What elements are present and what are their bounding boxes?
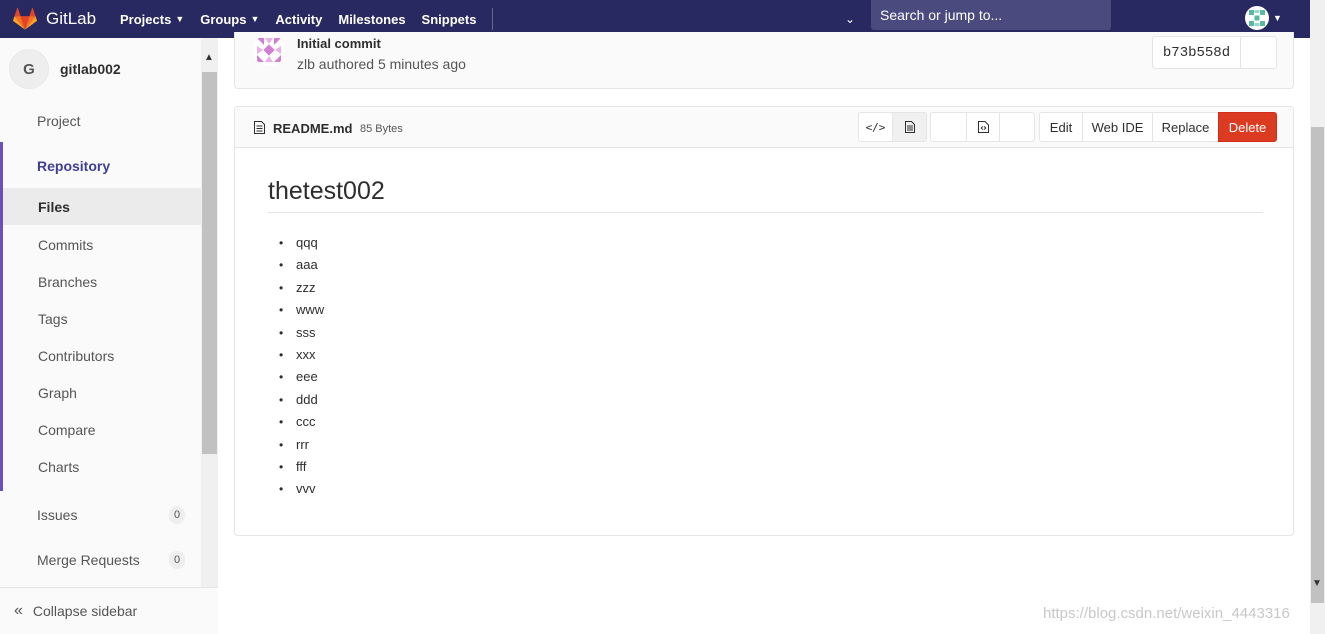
chevron-up-icon[interactable]: ▲ [204,52,214,63]
file-size: 85 Bytes [360,123,403,135]
last-commit-panel: Initial commit zlb authored 5 minutes ag… [234,32,1294,89]
project-sidebar: G gitlab002 Project Repository Files Com… [0,38,218,634]
sidebar-item-issues[interactable]: Issues 0 [0,496,201,534]
raw-file-icon [977,121,989,133]
search-input[interactable]: Search or jump to... [871,0,1111,30]
gitlab-logo-link[interactable]: GitLab [0,7,112,31]
file-header: README.md 85 Bytes </> Edit Web IDE Repl… [235,107,1293,148]
list-item: sss [268,322,1263,344]
nav-projects[interactable]: Projects ▼ [112,0,192,38]
copy-contents-button[interactable] [930,112,967,142]
sidebar-scrollbar-thumb[interactable] [202,72,217,454]
watermark: https://blog.csdn.net/weixin_4443316 [1043,605,1290,622]
list-item: ddd [268,389,1263,411]
edit-button[interactable]: Edit [1039,112,1083,142]
scrollbar-corner [1310,0,1325,38]
page-scrollbar[interactable]: ▼ [1310,38,1325,634]
list-item: rrr [268,434,1263,456]
readme-list: qqq aaa zzz www sss xxx eee ddd ccc rrr … [268,232,1263,501]
list-item: xxx [268,344,1263,366]
sidebar-item-commits[interactable]: Commits [0,226,201,263]
sidebar-item-project[interactable]: Project [0,104,201,138]
list-item: eee [268,366,1263,388]
sidebar-item-label: Compare [38,421,96,438]
code-icon: </> [865,120,886,134]
replace-button[interactable]: Replace [1152,112,1219,142]
sidebar-item-label: Merge Requests [37,552,140,568]
list-item: ccc [268,411,1263,433]
sidebar-item-graph[interactable]: Graph [0,374,201,411]
list-item: qqq [268,232,1263,254]
project-avatar: G [9,49,49,89]
nav-projects-label: Projects [120,11,172,27]
sidebar-item-label: Charts [38,458,80,475]
sidebar-item-merge-requests[interactable]: Merge Requests 0 [0,541,201,579]
sidebar-item-label: Commits [38,236,94,253]
chevron-down-icon: ▼ [250,14,260,24]
commit-sha-label[interactable]: b73b558d [1152,36,1241,69]
sidebar-item-label: Issues [37,507,78,523]
sidebar-item-charts[interactable]: Charts [0,448,201,485]
document-icon [904,121,915,133]
sidebar-item-contributors[interactable]: Contributors [0,337,201,374]
chevron-down-icon: ▼ [1273,13,1282,23]
brand-name: GitLab [46,9,97,28]
sidebar-item-repository[interactable]: Repository [0,149,201,183]
sidebar-item-label: Contributors [38,347,115,364]
chevron-down-icon[interactable]: ⌄ [841,8,859,30]
double-chevron-left-icon: « [14,602,23,619]
file-text-icon [254,121,265,134]
sidebar-item-label: Graph [38,384,77,401]
copy-sha-button[interactable] [1240,36,1277,69]
open-raw-button[interactable] [966,112,1000,142]
issues-count-badge: 0 [169,506,185,524]
rendered-markdown: thetest002 qqq aaa zzz www sss xxx eee d… [268,177,1263,501]
readme-heading: thetest002 [268,177,1263,213]
sidebar-item-label: Repository [37,158,111,174]
author-avatar[interactable] [253,34,285,66]
display-rendered-button[interactable] [892,112,927,142]
sidebar-scrollbar[interactable]: ▲ [201,38,218,587]
nav-groups-label: Groups [200,11,247,27]
collapse-sidebar-label: Collapse sidebar [32,603,138,619]
nav-snippets-label: Snippets [421,11,477,27]
sidebar-item-branches[interactable]: Branches [0,263,201,300]
avatar [1245,6,1269,30]
list-item: vvv [268,478,1263,500]
sidebar-item-label: Project [37,113,81,129]
sidebar-item-label: Tags [38,310,68,327]
sidebar-item-tags[interactable]: Tags [0,300,201,337]
delete-button[interactable]: Delete [1218,112,1277,142]
list-item: aaa [268,254,1263,276]
nav-activity-label: Activity [275,11,323,27]
list-item: www [268,299,1263,321]
display-source-button[interactable]: </> [858,112,893,142]
web-ide-button[interactable]: Web IDE [1082,112,1153,142]
page-scrollbar-thumb[interactable] [1311,127,1324,603]
identicon-icon [253,34,285,66]
project-name: gitlab002 [60,61,121,77]
merge-requests-count-badge: 0 [169,551,185,569]
commit-author-meta: zlb authored 5 minutes ago [297,56,466,72]
user-menu[interactable]: ▼ [1245,6,1282,30]
file-viewer: README.md 85 Bytes </> Edit Web IDE Repl… [234,106,1294,536]
chevron-down-icon: ▼ [175,14,185,24]
nav-divider [492,8,494,30]
chevron-down-icon[interactable]: ▼ [1312,578,1322,589]
file-name: README.md [273,121,353,136]
sidebar-item-compare[interactable]: Compare [0,411,201,448]
commit-title-link[interactable]: Initial commit [297,36,381,51]
sidebar-item-label: Branches [38,273,98,290]
collapse-sidebar-button[interactable]: « Collapse sidebar [0,587,218,634]
list-item: zzz [268,277,1263,299]
sidebar-item-files[interactable]: Files [3,188,201,225]
sidebar-item-label: Files [38,198,70,215]
sidebar-project-header[interactable]: G gitlab002 [0,38,201,100]
list-item: fff [268,456,1263,478]
gitlab-logo-icon [13,7,37,30]
download-button[interactable] [999,112,1035,142]
identicon-icon [1249,10,1265,26]
nav-milestones-label: Milestones [338,11,406,27]
